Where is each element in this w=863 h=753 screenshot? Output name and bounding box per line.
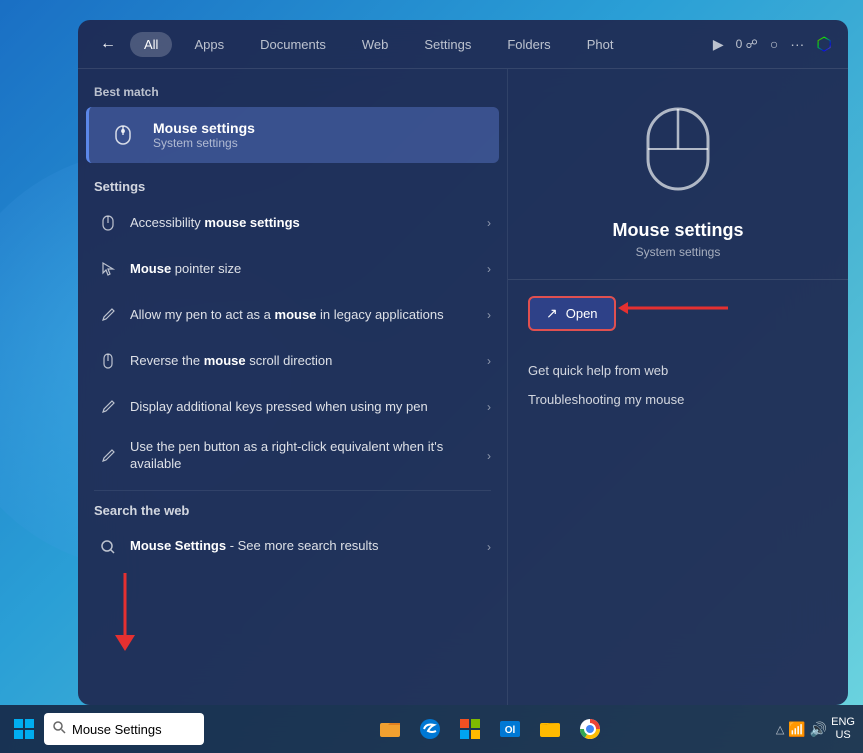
divider [94, 490, 491, 491]
nav-icons: ▶ 0 ☍ ○ ··· ⬡ [713, 34, 832, 55]
chevron-icon: › [487, 262, 491, 276]
locale-region: US [831, 729, 855, 742]
action-link-troubleshoot[interactable]: Troubleshooting my mouse [528, 386, 828, 413]
search-nav: ← All Apps Documents Web Settings Folder… [78, 20, 848, 69]
open-button[interactable]: ↗ Open [528, 296, 616, 331]
list-item-additional-keys-text: Display additional keys pressed when usi… [122, 399, 487, 416]
taskbar-system-tray: △ 📶 🔊 ENG US [776, 716, 855, 742]
nav-tab-apps[interactable]: Apps [180, 32, 238, 57]
taskbar: Mouse Settings [0, 705, 863, 753]
nav-tab-all[interactable]: All [130, 32, 172, 57]
pen2-icon [94, 393, 122, 421]
list-item-mouse-pointer-size[interactable]: Mouse pointer size › [78, 246, 507, 292]
best-match-item[interactable]: Mouse settings System settings [86, 107, 499, 163]
outlook-icon[interactable]: Ol [494, 713, 526, 745]
nav-back-button[interactable]: ← [94, 30, 122, 58]
list-item-web-search[interactable]: Mouse Settings - See more search results… [78, 524, 507, 570]
search-popup: ← All Apps Documents Web Settings Folder… [78, 20, 848, 705]
chrome-icon[interactable] [574, 713, 606, 745]
more-icon[interactable]: ··· [790, 36, 804, 52]
right-panel: Mouse settings System settings ↗ Open [508, 69, 848, 705]
open-button-label: Open [566, 306, 598, 321]
list-item-accessibility-mouse[interactable]: Accessibility mouse settings › [78, 200, 507, 246]
windows-start-button[interactable] [8, 713, 40, 745]
mouse-icon [94, 209, 122, 237]
list-item-pen-right-click[interactable]: Use the pen button as a right-click equi… [78, 430, 507, 482]
nav-tab-web[interactable]: Web [348, 32, 403, 57]
search-icon [94, 533, 122, 561]
best-match-text: Mouse settings System settings [153, 120, 255, 150]
taskbar-center-icons: Ol [374, 713, 606, 745]
list-item-pen-mouse-text: Allow my pen to act as a mouse in legacy… [122, 307, 487, 324]
colorful-icon[interactable]: ⬡ [816, 34, 832, 55]
nav-tab-photos[interactable]: Phot [573, 32, 628, 57]
search-web-label: Search the web [78, 499, 507, 524]
list-item-pen-mouse[interactable]: Allow my pen to act as a mouse in legacy… [78, 292, 507, 338]
right-main-area: Mouse settings System settings [508, 69, 848, 280]
settings-section-label: Settings [78, 175, 507, 200]
list-item-additional-keys[interactable]: Display additional keys pressed when usi… [78, 384, 507, 430]
right-title: Mouse settings [612, 220, 743, 241]
action-link-quick-help[interactable]: Get quick help from web [528, 357, 828, 384]
nav-tab-settings[interactable]: Settings [410, 32, 485, 57]
open-external-icon: ↗ [546, 305, 558, 322]
store-icon[interactable] [454, 713, 486, 745]
list-item-accessibility-mouse-text: Accessibility mouse settings [122, 215, 487, 232]
chevron-icon: › [487, 449, 491, 463]
list-item-scroll-direction[interactable]: Reverse the mouse scroll direction › [78, 338, 507, 384]
taskbar-left: Mouse Settings [8, 713, 204, 745]
best-match-subtitle: System settings [153, 136, 255, 150]
locale-display: ENG [831, 716, 855, 729]
folder-icon[interactable] [534, 713, 566, 745]
clock-display[interactable]: ENG US [831, 716, 855, 742]
nav-tab-documents[interactable]: Documents [246, 32, 340, 57]
wifi-icon[interactable]: 📶 [788, 721, 805, 738]
best-match-label: Best match [78, 85, 507, 107]
list-item-pen-right-click-text: Use the pen button as a right-click equi… [122, 439, 487, 473]
right-subtitle: System settings [636, 245, 721, 259]
chat-icon[interactable]: 0 ☍ [736, 37, 758, 51]
mouse-icon-large [638, 99, 718, 204]
chevron-icon: › [487, 308, 491, 322]
pointer-icon [94, 255, 122, 283]
taskbar-search-box[interactable]: Mouse Settings [44, 713, 204, 745]
chevron-icon: › [487, 216, 491, 230]
volume-icon[interactable]: 🔊 [810, 721, 827, 738]
taskbar-search-icon-small [52, 720, 66, 739]
list-item-web-search-text: Mouse Settings - See more search results [122, 538, 487, 555]
best-match-title: Mouse settings [153, 120, 255, 136]
best-match-icon [105, 117, 141, 153]
play-icon[interactable]: ▶ [713, 36, 724, 53]
chevron-icon: › [487, 400, 491, 414]
scroll-icon [94, 347, 122, 375]
list-item-scroll-direction-text: Reverse the mouse scroll direction [122, 353, 487, 370]
red-arrow-bottom [105, 573, 145, 653]
edge-icon[interactable] [414, 713, 446, 745]
svg-text:Ol: Ol [505, 725, 516, 736]
search-circle-icon[interactable]: ○ [770, 36, 778, 52]
chevron-icon: › [487, 540, 491, 554]
pen3-icon [94, 442, 122, 470]
chevron-icon: › [487, 354, 491, 368]
taskbar-search-text: Mouse Settings [72, 722, 162, 737]
search-content: Best match Mouse settings System setting… [78, 69, 848, 705]
list-item-mouse-pointer-size-text: Mouse pointer size [122, 261, 487, 278]
red-arrow-annotation [618, 288, 738, 328]
pen-icon [94, 301, 122, 329]
right-actions: ↗ Open Get quick help from web Troublesh… [508, 280, 848, 429]
file-explorer-icon[interactable] [374, 713, 406, 745]
system-tray-arrow[interactable]: △ [776, 723, 784, 736]
nav-tab-folders[interactable]: Folders [493, 32, 564, 57]
